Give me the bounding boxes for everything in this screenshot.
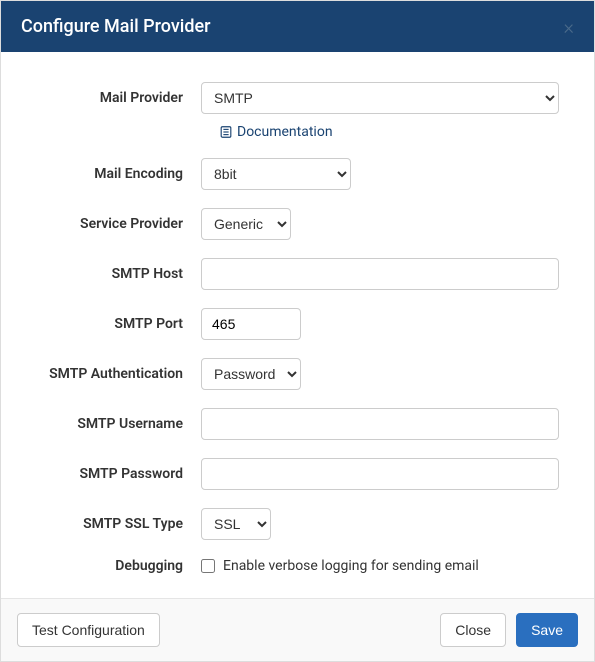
label-smtp-port: SMTP Port xyxy=(36,316,201,332)
close-button[interactable]: Close xyxy=(440,613,506,647)
label-mail-provider: Mail Provider xyxy=(36,90,201,106)
input-smtp-username[interactable] xyxy=(201,408,559,440)
select-mail-provider[interactable]: SMTP xyxy=(201,82,559,114)
row-debugging: Debugging Enable verbose logging for sen… xyxy=(36,558,559,574)
modal-footer: Test Configuration Close Save xyxy=(1,598,594,661)
input-smtp-host[interactable] xyxy=(201,258,559,290)
modal-header: Configure Mail Provider × xyxy=(1,1,594,52)
checkbox-debugging-label: Enable verbose logging for sending email xyxy=(223,558,479,574)
select-smtp-ssl[interactable]: SSL xyxy=(201,508,271,540)
modal-body: Mail Provider SMTP Documentation xyxy=(1,52,594,598)
checkbox-debugging[interactable] xyxy=(201,559,215,573)
row-mail-encoding: Mail Encoding 8bit xyxy=(36,158,559,190)
label-mail-encoding: Mail Encoding xyxy=(36,166,201,182)
label-smtp-password: SMTP Password xyxy=(36,466,201,482)
row-mail-provider: Mail Provider SMTP xyxy=(36,82,559,114)
row-smtp-username: SMTP Username xyxy=(36,408,559,440)
select-service-provider[interactable]: Generic xyxy=(201,208,291,240)
row-smtp-host: SMTP Host xyxy=(36,258,559,290)
input-smtp-port[interactable] xyxy=(201,308,301,340)
row-smtp-ssl: SMTP SSL Type SSL xyxy=(36,508,559,540)
save-button[interactable]: Save xyxy=(516,613,578,647)
select-smtp-auth[interactable]: Password xyxy=(201,358,301,390)
row-smtp-auth: SMTP Authentication Password xyxy=(36,358,559,390)
row-smtp-password: SMTP Password xyxy=(36,458,559,490)
label-smtp-auth: SMTP Authentication xyxy=(36,366,201,382)
label-debugging: Debugging xyxy=(36,558,201,574)
row-service-provider: Service Provider Generic xyxy=(36,208,559,240)
label-smtp-host: SMTP Host xyxy=(36,266,201,282)
input-smtp-password[interactable] xyxy=(201,458,559,490)
test-configuration-button[interactable]: Test Configuration xyxy=(17,613,160,647)
close-icon[interactable]: × xyxy=(564,17,574,37)
select-mail-encoding[interactable]: 8bit xyxy=(201,158,351,190)
book-icon xyxy=(219,125,233,139)
modal-title: Configure Mail Provider xyxy=(21,16,211,37)
documentation-link[interactable]: Documentation xyxy=(219,124,333,140)
row-smtp-port: SMTP Port xyxy=(36,308,559,340)
documentation-label: Documentation xyxy=(237,124,333,140)
row-documentation: Documentation xyxy=(36,124,559,140)
label-smtp-ssl: SMTP SSL Type xyxy=(36,516,201,532)
configure-mail-modal: Configure Mail Provider × Mail Provider … xyxy=(0,0,595,662)
label-service-provider: Service Provider xyxy=(36,216,201,232)
label-smtp-username: SMTP Username xyxy=(36,416,201,432)
